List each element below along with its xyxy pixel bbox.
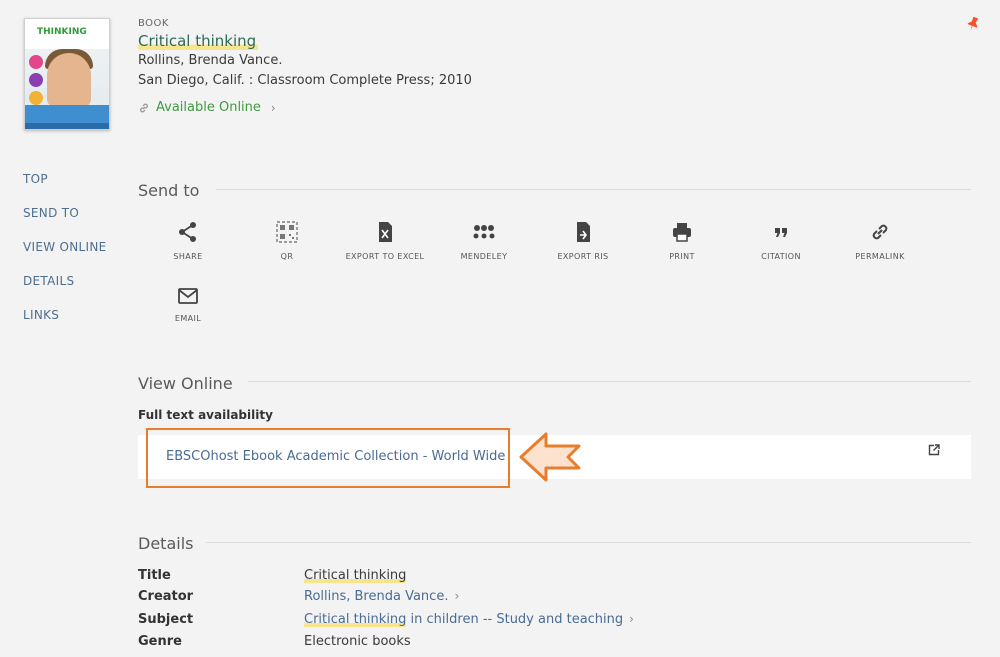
send-to-heading: Send to (138, 181, 199, 200)
details-key: Genre (138, 634, 182, 649)
cover-face (47, 53, 91, 107)
details-value-subject-highlight[interactable]: Critical thinking (304, 612, 407, 627)
email-label: EMAIL (174, 314, 202, 323)
details-value-title: Critical thinking (304, 568, 407, 583)
qr-icon (276, 221, 298, 243)
export-ris-button[interactable]: EXPORT RIS (533, 220, 633, 263)
permalink-icon (872, 224, 888, 240)
details-heading: Details (138, 534, 193, 553)
view-online-heading-text: View Online (138, 374, 233, 393)
citation-label: CITATION (761, 252, 801, 261)
nav-item-links[interactable]: LINKS (23, 307, 107, 341)
cover-dot (29, 73, 43, 87)
export-excel-label: EXPORT TO EXCEL (345, 252, 425, 261)
chevron-right-icon: › (629, 612, 634, 626)
item-publication: San Diego, Calif. : Classroom Complete P… (138, 73, 472, 88)
nav-item-top[interactable]: TOP (23, 171, 107, 205)
available-online-label: Available Online (156, 100, 261, 115)
details-key: Creator (138, 589, 194, 604)
view-online-rule (248, 381, 971, 382)
fulltext-availability-label: Full text availability (138, 408, 273, 422)
details-value-subject-rest[interactable]: in children -- Study and teaching (406, 612, 624, 627)
send-to-rule (216, 189, 971, 190)
book-cover-image[interactable]: THINKING (24, 18, 110, 130)
view-online-heading: View Online (138, 374, 233, 393)
qr-label: QR (280, 252, 294, 261)
chevron-right-icon: › (270, 100, 276, 115)
details-value-subject[interactable]: Critical thinking in children -- Study a… (304, 612, 634, 627)
item-title[interactable]: Critical thinking (138, 32, 259, 50)
nav-item-send-to[interactable]: SEND TO (23, 205, 107, 239)
details-rule (206, 542, 971, 543)
share-button[interactable]: SHARE (138, 220, 238, 263)
left-navigation: TOP SEND TO VIEW ONLINE DETAILS LINKS (23, 171, 107, 341)
cover-dot (29, 55, 43, 69)
export-ris-icon (577, 222, 590, 242)
email-button[interactable]: EMAIL (138, 286, 238, 325)
details-key: Subject (138, 612, 194, 627)
print-button[interactable]: PRINT (632, 220, 732, 263)
mendeley-label: MENDELEY (460, 252, 508, 261)
export-excel-button[interactable]: EXPORT TO EXCEL (335, 220, 435, 263)
qr-button[interactable]: QR (237, 220, 337, 263)
print-label: PRINT (669, 252, 695, 261)
permalink-label: PERMALINK (855, 252, 905, 261)
cover-bottom (25, 123, 109, 129)
annotation-arrow-icon (519, 432, 581, 482)
print-icon (673, 223, 691, 242)
share-icon (179, 222, 196, 242)
available-online-link[interactable]: Available Online › (138, 100, 276, 115)
citation-icon (775, 228, 787, 237)
nav-item-details[interactable]: DETAILS (23, 273, 107, 307)
annotation-highlight-box (146, 428, 510, 488)
citation-button[interactable]: CITATION (731, 220, 831, 263)
chevron-right-icon: › (454, 589, 460, 603)
item-creator: Rollins, Brenda Vance. (138, 53, 283, 68)
details-value-creator[interactable]: Rollins, Brenda Vance. › (304, 589, 459, 604)
permalink-button[interactable]: PERMALINK (830, 220, 930, 263)
send-to-heading-text: Send to (138, 181, 200, 200)
excel-icon (379, 222, 392, 242)
details-value-creator-text[interactable]: Rollins, Brenda Vance. (304, 589, 448, 604)
details-heading-text: Details (138, 534, 194, 553)
mendeley-icon (473, 225, 495, 239)
share-label: SHARE (173, 252, 203, 261)
nav-item-view-online[interactable]: VIEW ONLINE (23, 239, 107, 273)
item-type-label: BOOK (138, 18, 169, 29)
mendeley-button[interactable]: MENDELEY (434, 220, 534, 263)
link-icon (140, 103, 148, 112)
cover-band (25, 105, 109, 123)
details-value-genre: Electronic books (304, 634, 411, 649)
email-icon (178, 288, 198, 304)
details-key: Title (138, 568, 171, 583)
export-ris-label: EXPORT RIS (557, 252, 609, 261)
cover-title: THINKING (37, 27, 87, 37)
pin-icon[interactable] (966, 16, 980, 32)
details-value-title-text: Critical thinking (304, 568, 407, 583)
cover-dot (29, 91, 43, 105)
external-link-icon[interactable] (928, 444, 940, 456)
